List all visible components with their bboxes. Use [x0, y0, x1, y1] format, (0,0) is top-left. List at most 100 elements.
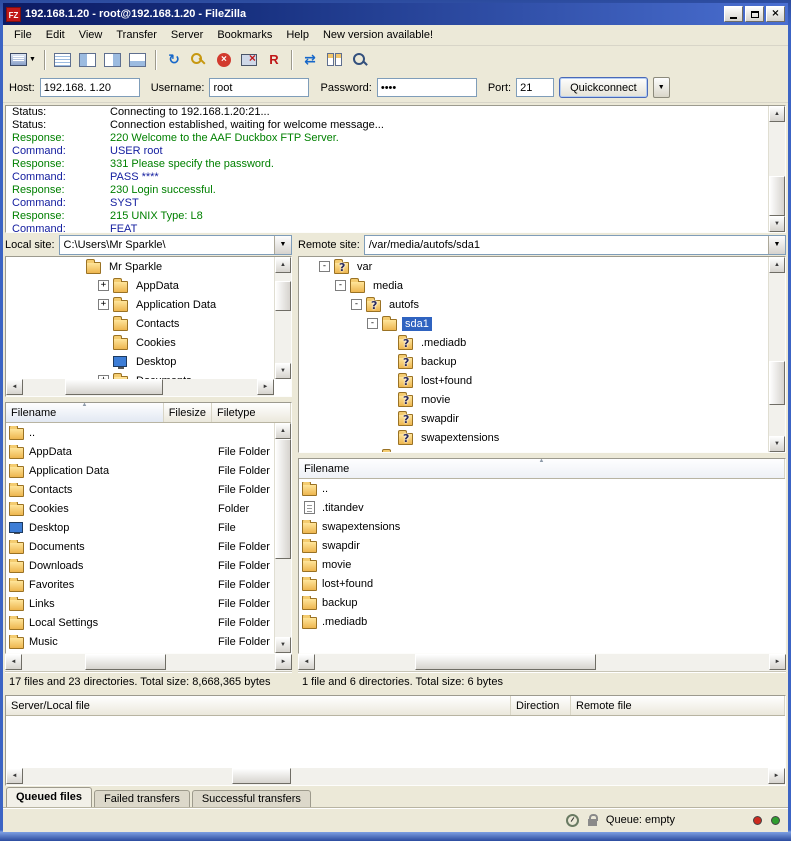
- password-input[interactable]: [377, 78, 477, 97]
- file-row[interactable]: backup: [299, 593, 785, 612]
- file-row[interactable]: ContactsFile Folder: [6, 480, 274, 499]
- file-row[interactable]: Local SettingsFile Folder: [6, 613, 274, 632]
- scrollbar-track[interactable]: [769, 273, 785, 436]
- toggle-local-tree-button[interactable]: [76, 48, 100, 71]
- process-queue-button[interactable]: [187, 48, 211, 71]
- file-row[interactable]: ..: [299, 479, 785, 498]
- scrollbar-track[interactable]: [23, 379, 257, 396]
- scroll-up-button[interactable]: ▲: [275, 423, 291, 439]
- scrollbar-track[interactable]: [22, 654, 275, 671]
- disconnect-button[interactable]: [237, 48, 261, 71]
- scroll-right-button[interactable]: ►: [769, 654, 786, 670]
- scroll-left-button[interactable]: ◄: [6, 768, 23, 784]
- tree-item[interactable]: +Application Data: [6, 295, 274, 314]
- file-row[interactable]: swapdir: [299, 536, 785, 555]
- expand-icon[interactable]: +: [98, 299, 109, 310]
- scroll-left-button[interactable]: ◄: [298, 654, 315, 670]
- scroll-down-button[interactable]: ▼: [769, 436, 785, 452]
- file-row[interactable]: LinksFile Folder: [6, 594, 274, 613]
- scrollbar-thumb[interactable]: [415, 654, 597, 670]
- remote-site-combobox[interactable]: /var/media/autofs/sda1 ▼: [364, 235, 786, 255]
- lock-icon[interactable]: [588, 819, 597, 826]
- file-row[interactable]: DownloadsFile Folder: [6, 556, 274, 575]
- tree-item[interactable]: +AppData: [6, 276, 274, 295]
- file-row[interactable]: DocumentsFile Folder: [6, 537, 274, 556]
- directory-comparison-button[interactable]: [323, 48, 347, 71]
- scroll-up-button[interactable]: ▲: [275, 257, 291, 273]
- menu-transfer[interactable]: Transfer: [109, 26, 164, 45]
- scrollbar-track[interactable]: [769, 122, 785, 216]
- column-header-filename[interactable]: ▲Filename: [6, 403, 164, 422]
- tree-item[interactable]: +Documents: [6, 371, 274, 379]
- maximize-button[interactable]: [745, 6, 764, 22]
- local-site-dropdown-button[interactable]: ▼: [274, 236, 291, 254]
- tree-item[interactable]: movie: [299, 390, 768, 409]
- tree-item[interactable]: swapextensions: [299, 428, 768, 447]
- file-row[interactable]: CookiesFolder: [6, 499, 274, 518]
- local-tree-vertical-scrollbar[interactable]: ▲ ▼: [274, 257, 291, 379]
- menu-help[interactable]: Help: [279, 26, 316, 45]
- file-row[interactable]: swapextensions: [299, 517, 785, 536]
- file-row[interactable]: AppDataFile Folder: [6, 442, 274, 461]
- tree-item[interactable]: -autofs: [299, 295, 768, 314]
- scrollbar-thumb[interactable]: [275, 281, 291, 311]
- scroll-right-button[interactable]: ►: [768, 768, 785, 784]
- menu-new-version[interactable]: New version available!: [316, 26, 440, 45]
- file-row[interactable]: movie: [299, 555, 785, 574]
- scrollbar-thumb[interactable]: [275, 439, 291, 559]
- tree-item[interactable]: lost+found: [299, 371, 768, 390]
- minimize-button[interactable]: [724, 6, 743, 22]
- scroll-down-button[interactable]: ▼: [275, 363, 291, 379]
- collapse-icon[interactable]: -: [335, 280, 346, 291]
- tab-failed-transfers[interactable]: Failed transfers: [94, 790, 190, 807]
- scrollbar-track[interactable]: [275, 273, 291, 363]
- find-files-button[interactable]: [348, 48, 372, 71]
- scroll-up-button[interactable]: ▲: [769, 106, 785, 122]
- file-row[interactable]: FavoritesFile Folder: [6, 575, 274, 594]
- quickconnect-dropdown-button[interactable]: ▼: [653, 77, 670, 98]
- scrollbar-track[interactable]: [315, 654, 769, 671]
- tab-successful-transfers[interactable]: Successful transfers: [192, 790, 311, 807]
- tab-queued-files[interactable]: Queued files: [6, 787, 92, 807]
- reconnect-button[interactable]: R: [262, 48, 286, 71]
- username-input[interactable]: [209, 78, 309, 97]
- tree-item[interactable]: Mr Sparkle: [6, 257, 274, 276]
- remote-tree-vertical-scrollbar[interactable]: ▲ ▼: [768, 257, 785, 452]
- toggle-queue-button[interactable]: [126, 48, 150, 71]
- file-row[interactable]: MusicFile Folder: [6, 632, 274, 651]
- quickconnect-button[interactable]: Quickconnect: [559, 77, 648, 98]
- scrollbar-thumb[interactable]: [769, 361, 785, 405]
- tree-item[interactable]: Desktop: [6, 352, 274, 371]
- remote-list-horizontal-scrollbar[interactable]: ◄ ►: [298, 654, 786, 671]
- scroll-right-button[interactable]: ►: [257, 379, 274, 395]
- synchronized-browsing-button[interactable]: ⇄: [298, 48, 322, 71]
- port-input[interactable]: [516, 78, 554, 97]
- scrollbar-thumb[interactable]: [232, 768, 292, 784]
- tree-item[interactable]: Contacts: [6, 314, 274, 333]
- host-input[interactable]: [40, 78, 140, 97]
- column-header-remote-file[interactable]: Remote file: [571, 696, 785, 715]
- scroll-down-button[interactable]: ▼: [769, 216, 785, 232]
- file-row[interactable]: ..: [6, 423, 274, 442]
- scroll-down-button[interactable]: ▼: [275, 637, 291, 653]
- tree-item[interactable]: backup: [299, 352, 768, 371]
- remote-site-dropdown-button[interactable]: ▼: [768, 236, 785, 254]
- local-list-horizontal-scrollbar[interactable]: ◄ ►: [5, 654, 292, 671]
- menu-file[interactable]: File: [7, 26, 39, 45]
- local-site-combobox[interactable]: C:\Users\Mr Sparkle\ ▼: [59, 235, 292, 255]
- column-header-server-local-file[interactable]: Server/Local file: [6, 696, 511, 715]
- speed-limit-icon[interactable]: [566, 814, 579, 827]
- toggle-message-log-button[interactable]: [51, 48, 75, 71]
- menu-view[interactable]: View: [72, 26, 110, 45]
- menu-edit[interactable]: Edit: [39, 26, 72, 45]
- expand-icon[interactable]: +: [98, 280, 109, 291]
- scrollbar-thumb[interactable]: [85, 654, 166, 670]
- scroll-up-button[interactable]: ▲: [769, 257, 785, 273]
- tree-item[interactable]: swapdir: [299, 409, 768, 428]
- tree-item[interactable]: -var: [299, 257, 768, 276]
- close-button[interactable]: ×: [766, 6, 785, 22]
- tree-item[interactable]: .mediadb: [299, 333, 768, 352]
- column-header-direction[interactable]: Direction: [511, 696, 571, 715]
- scroll-right-button[interactable]: ►: [275, 654, 292, 670]
- local-list-vertical-scrollbar[interactable]: ▲ ▼: [274, 423, 291, 653]
